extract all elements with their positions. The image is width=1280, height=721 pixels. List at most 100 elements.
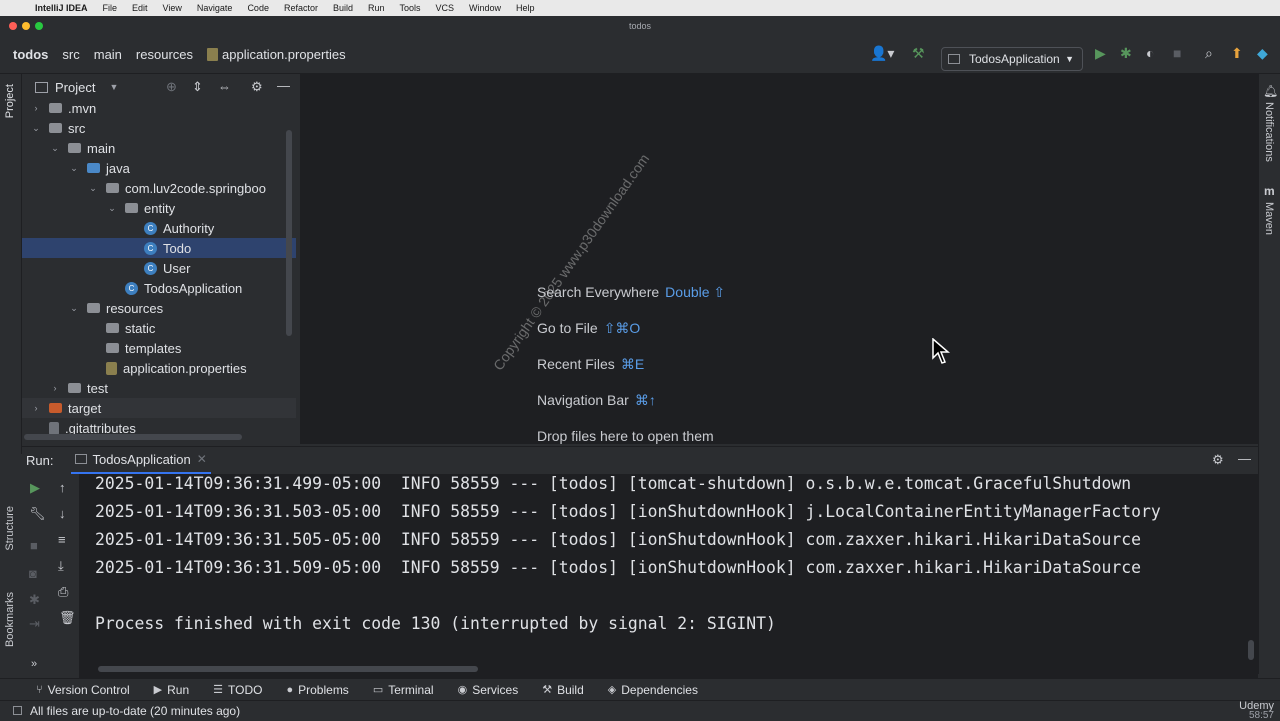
maven-icon[interactable]: m xyxy=(1264,184,1275,198)
arrow-up-icon[interactable]: ↑ xyxy=(59,480,66,495)
tree-item[interactable]: templates xyxy=(22,338,296,358)
chevron-right-icon[interactable]: › xyxy=(49,383,61,393)
tree-item[interactable]: › .mvn xyxy=(22,98,296,118)
tree-item[interactable]: ⌄ entity xyxy=(22,198,296,218)
run-configuration-select[interactable]: TodosApplication ▼ xyxy=(941,47,1083,71)
menu-view[interactable]: View xyxy=(163,3,182,13)
tool-tab-dependencies[interactable]: ◈ Dependencies xyxy=(608,683,698,697)
notifications-bell-icon[interactable]: 🔔︎ xyxy=(1263,84,1278,98)
jetbrains-ai-icon[interactable]: ◆ xyxy=(1257,45,1268,62)
menu-tools[interactable]: Tools xyxy=(400,3,421,13)
menu-edit[interactable]: Edit xyxy=(132,3,148,13)
modify-config-icon[interactable]: 🔧︎ xyxy=(29,506,46,522)
status-text[interactable]: All files are up-to-date (20 minutes ago… xyxy=(30,704,240,718)
chevron-down-icon[interactable]: ⌄ xyxy=(68,163,80,174)
run-icon[interactable]: ▶ xyxy=(1095,45,1106,62)
project-panel-title[interactable]: Project xyxy=(55,80,95,95)
menu-navigate[interactable]: Navigate xyxy=(197,3,233,13)
tree-item[interactable]: C TodosApplication xyxy=(22,278,296,298)
minimize-window-button[interactable] xyxy=(22,22,30,30)
close-window-button[interactable] xyxy=(9,22,17,30)
run-tab-todos-application[interactable]: TodosApplication ✕ xyxy=(71,447,211,475)
chevron-down-icon[interactable]: ⌄ xyxy=(30,123,42,134)
breadcrumb-item-application-properties[interactable]: application.properties xyxy=(222,47,346,62)
chevron-down-icon[interactable]: ⌄ xyxy=(68,303,80,314)
chevron-right-icon[interactable]: › xyxy=(30,403,42,413)
tree-item[interactable]: static xyxy=(22,318,296,338)
tree-item[interactable]: C Authority xyxy=(22,218,296,238)
tool-tab-services[interactable]: ◉ Services xyxy=(458,683,519,697)
structure-tool-window-button[interactable]: Structure xyxy=(4,506,16,551)
console-horizontal-scrollbar[interactable] xyxy=(98,666,478,672)
locate-icon[interactable]: ⊕ xyxy=(166,79,177,95)
menu-refactor[interactable]: Refactor xyxy=(284,3,318,13)
chevron-down-icon[interactable]: ⌄ xyxy=(106,203,118,214)
collapse-all-icon[interactable]: ⇔ xyxy=(218,79,231,94)
menu-run[interactable]: Run xyxy=(368,3,385,13)
tree-item[interactable]: ⌄ main xyxy=(22,138,296,158)
scroll-to-end-icon[interactable]: ⤓ xyxy=(58,558,64,574)
breadcrumb-item-src[interactable]: src xyxy=(62,47,79,62)
build-hammer-icon[interactable]: ⚒ xyxy=(912,45,925,62)
menu-code[interactable]: Code xyxy=(247,3,269,13)
chevron-down-icon[interactable]: ⌄ xyxy=(49,143,61,154)
tool-tab-run[interactable]: ▶ Run xyxy=(154,683,189,697)
chevron-down-icon[interactable]: ▼ xyxy=(109,82,118,92)
rerun-icon[interactable]: ▶ xyxy=(30,480,40,496)
stop-icon[interactable]: ■ xyxy=(1173,45,1181,61)
breadcrumb-item-resources[interactable]: resources xyxy=(136,47,193,62)
tool-tab-todo[interactable]: ☰ TODO xyxy=(213,683,262,697)
tree-item[interactable]: › test xyxy=(22,378,296,398)
menu-app-name[interactable]: IntelliJ IDEA xyxy=(35,3,88,13)
console-output[interactable]: 2025-01-14T09:36:31.499-05:00 INFO 58559… xyxy=(80,474,1258,678)
bookmarks-tool-window-button[interactable]: Bookmarks xyxy=(4,592,16,647)
hide-panel-icon[interactable]: — xyxy=(1238,451,1251,466)
soft-wrap-icon[interactable]: ≡ xyxy=(58,532,66,547)
menu-file[interactable]: File xyxy=(103,3,118,13)
tree-item[interactable]: application.properties xyxy=(22,358,296,378)
close-tab-icon[interactable]: ✕ xyxy=(197,452,207,466)
tool-tab-version-control[interactable]: ⑂ Version Control xyxy=(36,683,130,697)
menu-help[interactable]: Help xyxy=(516,3,535,13)
arrow-down-icon[interactable]: ↓ xyxy=(59,506,66,521)
tree-item[interactable]: ⌄ src xyxy=(22,118,296,138)
tree-item[interactable]: C User xyxy=(22,258,296,278)
tool-tab-terminal[interactable]: ▭ Terminal xyxy=(373,683,434,697)
exit-icon[interactable]: ⇥ xyxy=(29,616,40,632)
gear-icon[interactable]: ⚙ xyxy=(1212,452,1224,468)
breadcrumb-item-todos[interactable]: todos xyxy=(13,47,48,62)
chevron-right-icon[interactable]: › xyxy=(30,103,42,113)
more-icon[interactable]: » xyxy=(31,658,37,670)
zoom-window-button[interactable] xyxy=(35,22,43,30)
coverage-icon[interactable]: ◐ xyxy=(1146,45,1154,61)
status-toggle-icon[interactable] xyxy=(13,706,22,715)
hide-panel-icon[interactable]: — xyxy=(277,78,290,93)
debug-icon[interactable]: ✱ xyxy=(1120,45,1132,62)
menu-build[interactable]: Build xyxy=(333,3,353,13)
menu-window[interactable]: Window xyxy=(469,3,501,13)
breadcrumb-item-main[interactable]: main xyxy=(94,47,122,62)
notifications-tool-window-button[interactable]: Notifications xyxy=(1263,102,1275,162)
tool-tab-build[interactable]: ⚒ Build xyxy=(542,683,584,697)
console-vertical-scrollbar[interactable] xyxy=(1248,640,1254,660)
stop-icon[interactable]: ■ xyxy=(30,538,38,553)
expand-all-icon[interactable]: ⇕ xyxy=(192,79,203,95)
project-tool-window-button[interactable]: Project xyxy=(4,84,16,118)
menu-vcs[interactable]: VCS xyxy=(436,3,455,13)
tree-item[interactable]: C Todo xyxy=(22,238,296,258)
trash-icon[interactable]: 🗑︎ xyxy=(59,610,76,626)
editor-empty-area[interactable]: Search Everywhere Double ⇧ Go to File ⇧⌘O … xyxy=(300,74,1258,444)
chevron-down-icon[interactable]: ⌄ xyxy=(87,183,99,194)
updates-icon[interactable]: ⬆ xyxy=(1231,45,1243,62)
gear-icon[interactable]: ⚙ xyxy=(251,79,263,95)
tree-item[interactable]: ⌄ com.luv2code.springboo xyxy=(22,178,296,198)
tree-item[interactable]: › target xyxy=(22,398,296,418)
debug-off-icon[interactable]: ✱ xyxy=(29,592,40,608)
tree-vertical-scrollbar[interactable] xyxy=(286,130,292,336)
tree-horizontal-scrollbar[interactable] xyxy=(24,434,242,440)
camera-icon[interactable]: ◙ xyxy=(29,566,37,581)
print-icon[interactable]: ⎙ xyxy=(58,584,68,600)
tool-tab-problems[interactable]: ● Problems xyxy=(286,683,348,697)
maven-tool-window-button[interactable]: Maven xyxy=(1263,202,1275,235)
user-profile-icon[interactable]: 👤▾ xyxy=(870,45,894,62)
